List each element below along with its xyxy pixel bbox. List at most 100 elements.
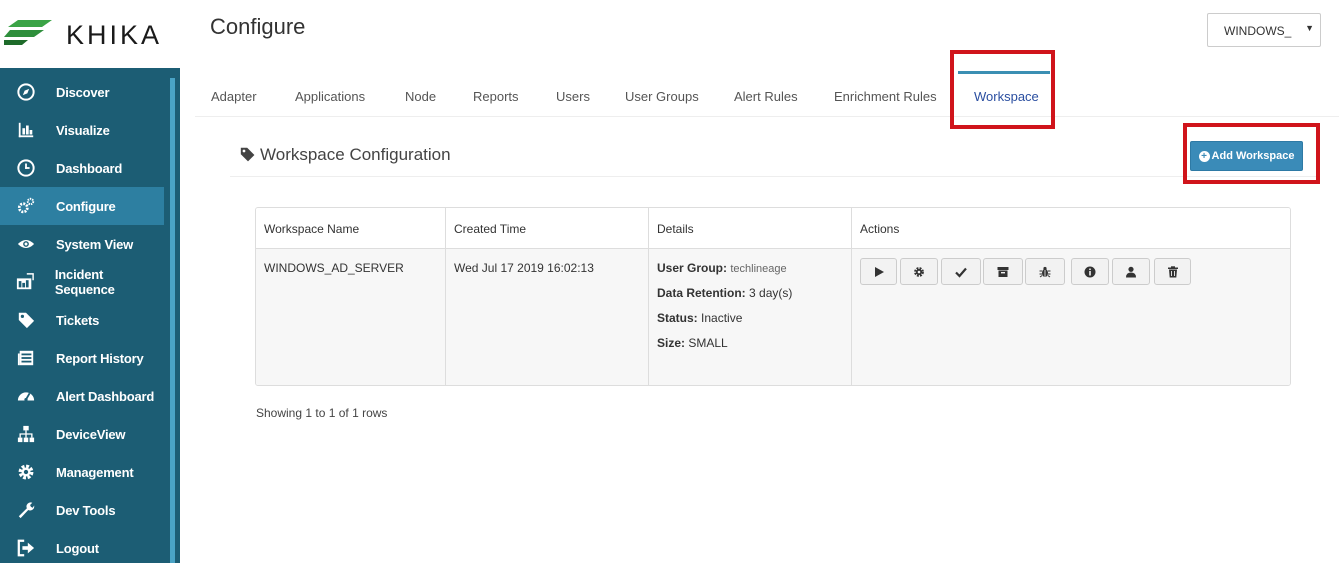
highlight-box-workspace-tab [950, 50, 1055, 129]
sidebar-item-label: Tickets [56, 312, 100, 328]
tab-node[interactable]: Node [405, 89, 436, 104]
sidebar-item-label: Discover [56, 84, 110, 100]
column-divider [851, 208, 852, 385]
bar-chart-icon [0, 121, 56, 139]
user-icon [1126, 266, 1136, 277]
cell-created-time: Wed Jul 17 2019 16:02:13 [454, 261, 594, 275]
start-workspace-button[interactable] [860, 258, 897, 285]
debug-workspace-button[interactable] [1025, 258, 1065, 285]
tab-users[interactable]: Users [556, 89, 590, 104]
cell-workspace-name: WINDOWS_AD_SERVER [264, 261, 404, 275]
tab-adapter[interactable]: Adapter [211, 89, 257, 104]
column-divider [648, 208, 649, 385]
sidebar-item-label: Logout [56, 540, 99, 556]
sidebar-item-tickets[interactable]: Tickets [0, 301, 164, 339]
detail-data-retention: Data Retention: 3 day(s) [657, 286, 792, 300]
section-title-text: Workspace Configuration [260, 145, 451, 164]
sidebar-item-label: System View [56, 236, 134, 252]
tab-alert-rules[interactable]: Alert Rules [734, 89, 798, 104]
sidebar-item-report-history[interactable]: Report History [0, 339, 164, 377]
sidebar-item-system-view[interactable]: System View [0, 225, 164, 263]
play-icon [874, 266, 884, 277]
speedometer-icon [0, 387, 56, 405]
tab-reports[interactable]: Reports [473, 89, 519, 104]
configure-workspace-button[interactable] [900, 258, 938, 285]
report-list-icon [0, 349, 56, 367]
workspace-select[interactable]: WINDOWS_ ▼ [1207, 13, 1321, 47]
column-header-workspace-name[interactable]: Workspace Name [264, 222, 359, 236]
section-divider [230, 176, 1320, 177]
sidebar-item-label: DeviceView [56, 426, 126, 442]
detail-label: Data Retention: [657, 286, 746, 300]
tags-icon [240, 147, 255, 162]
detail-label: Size: [657, 336, 686, 350]
brand-name: KHIKA [66, 20, 163, 50]
trash-icon [1167, 265, 1178, 277]
tabs-divider [195, 116, 1339, 117]
sidebar-item-deviceview[interactable]: DeviceView [0, 415, 164, 453]
sidebar-item-label: Dev Tools [56, 502, 116, 518]
eye-icon [0, 235, 56, 253]
sidebar-item-label: Visualize [56, 122, 110, 138]
column-header-details[interactable]: Details [657, 222, 694, 236]
sidebar-item-dashboard[interactable]: Dashboard [0, 149, 164, 187]
delete-workspace-button[interactable] [1154, 258, 1191, 285]
pagination-info: Showing 1 to 1 of 1 rows [256, 406, 388, 420]
brand-logo[interactable]: KHIKA [0, 0, 180, 68]
sidebar: Discover Visualize Dashboard Configure S… [0, 68, 180, 563]
detail-label: Status: [657, 311, 698, 325]
detail-label: User Group: [657, 261, 728, 275]
column-divider [445, 208, 446, 385]
gear-icon [0, 463, 56, 481]
sidebar-item-alert-dashboard[interactable]: Alert Dashboard [0, 377, 164, 415]
sidebar-item-logout[interactable]: Logout [0, 529, 164, 567]
khika-stripes-logo-icon [4, 20, 52, 45]
sidebar-item-label: Incident Sequence [54, 267, 115, 297]
detail-user-group: User Group: techlineage [657, 261, 787, 275]
check-icon [955, 267, 967, 278]
workspace-table: Workspace Name Created Time Details Acti… [255, 207, 1291, 386]
wrench-icon [0, 501, 56, 519]
workspace-info-button[interactable] [1071, 258, 1109, 285]
section-title: Workspace Configuration [240, 145, 451, 165]
column-header-created-time[interactable]: Created Time [454, 222, 526, 236]
tab-user-groups[interactable]: User Groups [625, 89, 699, 104]
sidebar-item-label: Configure [56, 198, 116, 214]
dashboard-gauge-icon [0, 159, 56, 177]
workspace-users-button[interactable] [1112, 258, 1150, 285]
sidebar-item-incident-sequence[interactable]: Incident Sequence [0, 263, 164, 301]
sidebar-item-label: Report History [56, 350, 144, 366]
detail-value: SMALL [688, 336, 728, 350]
detail-size: Size: SMALL [657, 336, 728, 350]
tab-enrichment-rules[interactable]: Enrichment Rules [834, 89, 937, 104]
compass-icon [0, 83, 56, 101]
column-header-actions[interactable]: Actions [860, 222, 899, 236]
tag-icon [0, 311, 56, 329]
sidebar-item-label: Dashboard [56, 160, 123, 176]
detail-value: 3 day(s) [749, 286, 793, 300]
sidebar-item-management[interactable]: Management [0, 453, 164, 491]
validate-workspace-button[interactable] [941, 258, 981, 285]
info-icon [1084, 266, 1096, 277]
highlight-box-add-workspace [1183, 123, 1320, 184]
sequence-chart-icon [0, 273, 55, 291]
sidebar-item-label: Alert Dashboard [56, 388, 155, 404]
caret-down-icon: ▼ [1305, 23, 1314, 33]
sidebar-item-label: Management [56, 464, 134, 480]
sidebar-scrollbar[interactable] [170, 78, 175, 563]
archive-icon [997, 266, 1009, 277]
detail-value: techlineage [730, 263, 787, 275]
sidebar-item-dev-tools[interactable]: Dev Tools [0, 491, 164, 529]
sidebar-item-configure[interactable]: Configure [0, 187, 164, 225]
gear-icon [914, 266, 924, 277]
archive-workspace-button[interactable] [983, 258, 1023, 285]
sidebar-item-visualize[interactable]: Visualize [0, 111, 164, 149]
gears-icon [0, 197, 56, 215]
table-header [256, 208, 1290, 249]
tab-applications[interactable]: Applications [295, 89, 365, 104]
sidebar-item-discover[interactable]: Discover [0, 73, 164, 111]
page-title: Configure [210, 14, 306, 39]
detail-value: Inactive [701, 311, 743, 325]
detail-status: Status: Inactive [657, 311, 742, 325]
sign-out-icon [0, 539, 56, 557]
